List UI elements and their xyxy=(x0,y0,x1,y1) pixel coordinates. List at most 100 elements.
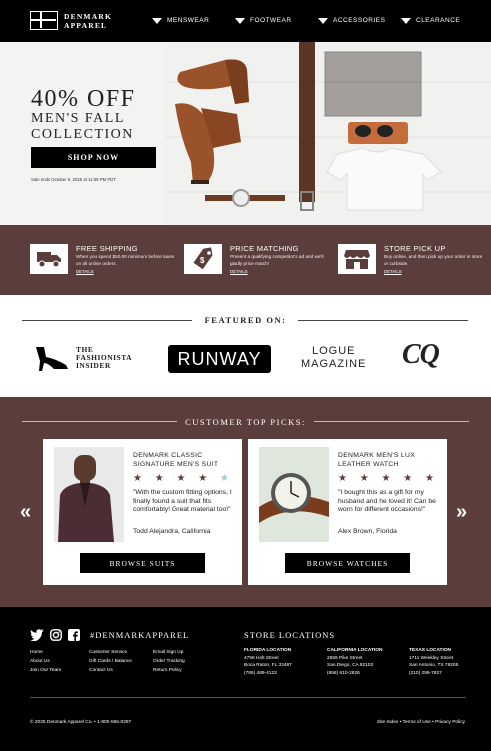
feature-title: FREE SHIPPING xyxy=(76,244,138,253)
review-quote: "With the custom fitting options, I fina… xyxy=(133,489,232,514)
featured-heading: FEATURED ON: xyxy=(204,315,287,325)
brand-line-2: APPAREL xyxy=(64,20,108,30)
carousel-next-arrow-icon[interactable]: » xyxy=(456,501,467,524)
suit-product-image[interactable] xyxy=(54,447,124,542)
store-name: FLORIDA LOCATION xyxy=(244,648,292,653)
filled-stars: ★ ★ ★ ★ xyxy=(133,473,213,484)
footer-link-gift-cards[interactable]: Gift Cards / Balance xyxy=(89,659,132,664)
instagram-icon[interactable] xyxy=(50,629,62,641)
customer-top-picks: CUSTOMER TOP PICKS: « » DENMARK CLASSIC … xyxy=(0,397,491,607)
carousel-prev-arrow-icon[interactable]: « xyxy=(20,501,31,524)
brand-logo[interactable]: DENMARK APPAREL xyxy=(30,11,112,30)
logo-line: MAGAZINE xyxy=(301,358,367,370)
feature-title: PRICE MATCHING xyxy=(230,244,299,253)
hero-headline: 40% OFF xyxy=(31,86,136,112)
nav-menswear[interactable]: MENSWEAR xyxy=(152,17,209,24)
browse-watches-button[interactable]: BROWSE WATCHES xyxy=(285,553,410,573)
store-name: TEXAS LOCATION xyxy=(409,648,452,653)
dropdown-triangle-icon xyxy=(152,17,162,24)
footer-link-join[interactable]: Join Our Team xyxy=(30,668,61,673)
review-author: Todd Alejandra, California xyxy=(133,528,211,535)
footer-link-customer-service[interactable]: Customer Service xyxy=(89,650,127,655)
review-quote: "I bought this as a gift for my husband … xyxy=(338,489,436,514)
watch-product-image[interactable] xyxy=(259,447,329,542)
browse-suits-button[interactable]: BROWSE SUITS xyxy=(80,553,205,573)
runway-logo[interactable]: RUNWAY xyxy=(168,345,271,373)
feature-details-link[interactable]: DETAILS xyxy=(384,269,402,274)
twitter-icon[interactable] xyxy=(30,629,44,641)
featured-on-section: FEATURED ON: THE FASHIONISTA INSIDER RUN… xyxy=(0,295,491,397)
store-city: Boca Raton, FL 33487 xyxy=(244,663,292,668)
footer-divider xyxy=(30,697,466,698)
store-street: 4758 Holt Street xyxy=(244,655,279,661)
store-name: CALIFORNIA LOCATION xyxy=(327,648,383,653)
dropdown-triangle-icon xyxy=(318,17,328,24)
store-street: 2659 Pike Street xyxy=(327,655,363,661)
price-tag-icon: $ xyxy=(184,244,222,274)
star-rating: ★ ★ ★ ★ ★ xyxy=(133,473,234,484)
logo-mark-icon xyxy=(30,11,58,30)
shop-now-button[interactable]: SHOP NOW xyxy=(31,147,156,168)
store-phone: (210) 299-7827 xyxy=(409,670,442,676)
copyright-text: © 2025 Denmark Apparel Co. • 1-800-555-0… xyxy=(30,720,132,725)
product-name: DENMARK CLASSIC SIGNATURE MEN'S SUIT xyxy=(133,452,219,468)
dropdown-triangle-icon xyxy=(235,17,245,24)
high-heel-icon xyxy=(36,347,68,371)
footer-link-about[interactable]: About Us xyxy=(30,659,50,664)
store-city: San Antonio, TX 78205 xyxy=(409,663,459,668)
features-strip: FREE SHIPPING When you spend $50.00 mini… xyxy=(0,225,491,295)
footer-link-contact[interactable]: Contact Us xyxy=(89,668,113,673)
store-city: San Diego, CA 92103 xyxy=(327,663,374,668)
store-texas: TEXAS LOCATION 1711 Weekley Street San A… xyxy=(409,647,458,677)
facebook-icon[interactable] xyxy=(68,629,80,641)
logo-line: LOGUE xyxy=(311,345,356,357)
hero-subheadline: MEN'S FALL COLLECTION xyxy=(31,111,171,143)
social-links: #DENMARKAPPAREL xyxy=(30,629,189,641)
site-header: DENMARK APPAREL MENSWEAR FOOTWEAR ACCESS… xyxy=(0,0,491,42)
hashtag[interactable]: #DENMARKAPPAREL xyxy=(90,630,189,640)
product-name: DENMARK MEN'S LUX LEATHER WATCH xyxy=(338,452,416,468)
star-rating: ★ ★ ★ ★ ★ xyxy=(338,473,439,484)
site-footer: #DENMARKAPPAREL Home About Us Join Our T… xyxy=(0,607,491,751)
store-phone: (785) 489-4123 xyxy=(244,670,277,676)
nav-label: FOOTWEAR xyxy=(250,17,292,24)
feature-details-link[interactable]: DETAILS xyxy=(76,269,94,274)
nav-label: ACCESSORIES xyxy=(333,17,386,24)
nav-accessories[interactable]: ACCESSORIES xyxy=(318,17,385,24)
store-locations-heading: STORE LOCATIONS xyxy=(244,630,336,640)
footer-link-email-signup[interactable]: Email Sign Up xyxy=(153,650,183,655)
fall-collection-image xyxy=(165,42,491,225)
footer-link-return-policy[interactable]: Return Policy xyxy=(153,668,182,673)
brand-name: DENMARK APPAREL xyxy=(64,12,112,30)
nav-label: CLEARANCE xyxy=(416,17,461,24)
empty-star: ★ xyxy=(219,473,234,484)
hero-subline-1: MEN'S FALL xyxy=(31,111,125,126)
review-author: Alex Brown, Florida xyxy=(338,528,397,535)
feature-description: When you spend $50.00 minimum before tax… xyxy=(76,254,175,266)
footer-link-home[interactable]: Home xyxy=(30,650,43,655)
truck-icon xyxy=(30,244,68,274)
hero-banner: 40% OFF MEN'S FALL COLLECTION SHOP NOW S… xyxy=(0,42,491,225)
footer-link-order-tracking[interactable]: Order Tracking xyxy=(153,659,185,664)
fashionista-insider-logo[interactable]: THE FASHIONISTA INSIDER xyxy=(34,345,132,371)
sale-fine-print: Sale ends October 6, 2025 at 11:59 PM PD… xyxy=(31,177,116,182)
product-card-suit: DENMARK CLASSIC SIGNATURE MEN'S SUIT ★ ★… xyxy=(43,439,242,585)
nav-clearance[interactable]: CLEARANCE xyxy=(401,17,460,24)
feature-details-link[interactable]: DETAILS xyxy=(230,269,248,274)
store-phone: (858) 610-2826 xyxy=(327,670,360,676)
cq-logo[interactable]: CQ xyxy=(402,339,440,371)
fashionista-insider-text: THE FASHIONISTA INSIDER xyxy=(76,346,132,370)
nav-footwear[interactable]: FOOTWEAR xyxy=(235,17,292,24)
storefront-icon xyxy=(338,244,376,274)
feature-description: Present a qualifying competitor's ad and… xyxy=(230,254,324,266)
picks-heading: CUSTOMER TOP PICKS: xyxy=(185,417,306,427)
product-card-watch: DENMARK MEN'S LUX LEATHER WATCH ★ ★ ★ ★ … xyxy=(248,439,447,585)
feature-description: Buy online, and then pick up your order … xyxy=(384,254,483,266)
legal-links[interactable]: Site Index • Terms of Use • Privacy Poli… xyxy=(377,720,465,725)
brand-line-1: DENMARK xyxy=(64,11,112,21)
store-florida: FLORIDA LOCATION 4758 Holt Street Boca R… xyxy=(244,647,292,677)
nav-label: MENSWEAR xyxy=(167,17,210,24)
logue-magazine-logo[interactable]: LOGUE MAGAZINE xyxy=(301,345,366,371)
feature-title: STORE PICK UP xyxy=(384,244,446,253)
dropdown-triangle-icon xyxy=(401,17,411,24)
